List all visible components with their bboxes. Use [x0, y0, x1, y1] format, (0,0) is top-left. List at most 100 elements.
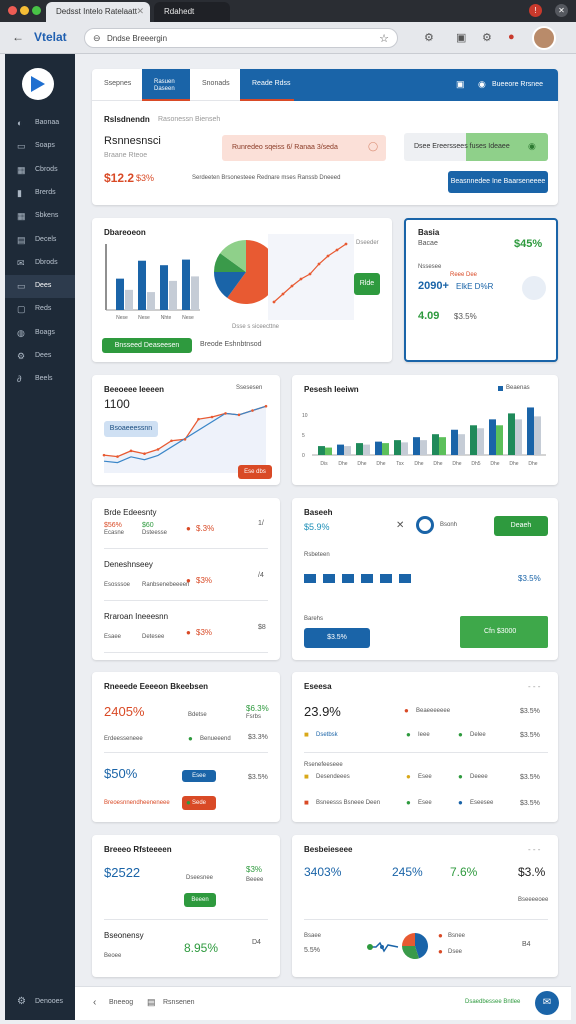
tab-overview[interactable]: Ssepnes — [104, 80, 131, 87]
sidebar-item[interactable]: ▭ Dees — [5, 275, 75, 299]
side-kpi-v1: 2090+ — [418, 280, 449, 292]
trend-point — [264, 404, 268, 408]
nets-left-title: Rneeede Eeeeon Bkeebsen — [104, 682, 209, 691]
alert-close-icon[interactable]: ◯ — [368, 141, 378, 152]
foot-right-v4: $3.% — [518, 865, 546, 879]
address-bar[interactable]: ⊖ Dndse Breeergin ☆ — [84, 28, 398, 48]
trend-badge[interactable]: Ese dbs — [238, 465, 272, 479]
profile-badge-icon[interactable]: ● — [508, 31, 515, 43]
avatar[interactable] — [532, 26, 556, 50]
folder-icon: ▭ — [17, 281, 26, 292]
tab-active-label: Rasuen Daseen — [154, 79, 175, 92]
sidebar-item[interactable]: ▮ Brerds — [5, 182, 75, 205]
side-kpi-v1b: ElkE D%R — [456, 282, 494, 291]
back-icon[interactable]: ← — [12, 30, 24, 44]
close-dot[interactable] — [8, 6, 17, 15]
tab-active-indicator[interactable]: Rasuen Daseen — [142, 69, 190, 101]
ring-icon — [416, 516, 434, 534]
sidebar-item[interactable]: ⚙ Dees — [5, 345, 75, 368]
sidebar-item[interactable]: ▤ Decels — [5, 229, 75, 252]
more-icon[interactable]: - - - — [528, 845, 540, 854]
lock-icon[interactable]: ▣ — [456, 79, 465, 90]
metrics-left-b: $60 — [142, 522, 154, 529]
tab-active[interactable]: Dedsst Intelo Ratelaatt ✕ — [46, 2, 150, 22]
sidebar-item[interactable]: ✉ Dbrods — [5, 252, 75, 275]
nets-right-row0-val: $3.5% — [520, 708, 540, 715]
sidebar-item-label: Dees — [35, 352, 52, 359]
bar-label: Nese — [182, 315, 194, 321]
bar-label: Dhe — [490, 461, 499, 467]
header-bar: Reade Rdss ▣ ◉ Bueeore Rrsnee — [240, 69, 558, 101]
info-icon[interactable]: ◉ — [478, 79, 486, 90]
settings-icon[interactable]: ⚙ — [482, 31, 492, 44]
bars-card: Pesesh Ieeiwn Beaenas 0 5 10 Dis Dhe Dhe Dhe Ts… — [292, 375, 558, 485]
header-subnote: Braane Rteoe — [104, 152, 148, 159]
sidebar-footer-item[interactable]: ⚙ Denooes — [5, 992, 75, 1012]
bar-label: Dhe — [357, 461, 366, 467]
bottom-left-2[interactable]: Rsnsenen — [163, 999, 195, 1006]
flag-icon: ■ — [304, 798, 309, 807]
foot-left-v2: 8.95% — [184, 941, 219, 955]
bar — [439, 437, 446, 455]
tab-reade[interactable]: Reade Rdss — [252, 80, 291, 87]
sidebar-item[interactable]: ▢ Reds — [5, 298, 75, 321]
metrics-left-sb: Ranbsenebeeeen — [142, 582, 190, 588]
pie-slice — [402, 933, 415, 946]
sidebar-item[interactable]: ◐ Baonaa — [5, 112, 75, 135]
sidebar-item[interactable]: ▭ Soaps — [5, 135, 75, 158]
close-tab-icon[interactable]: ✕ — [136, 6, 144, 17]
sidebar-item-label: Brerds — [35, 188, 56, 196]
close-x-icon[interactable]: ✕ — [396, 520, 404, 531]
app-logo[interactable] — [22, 68, 54, 100]
chat-fab-button[interactable]: ✉ — [535, 991, 559, 1015]
sidebar-item[interactable]: ▦ Cbrods — [5, 159, 75, 182]
overview-button[interactable]: Bnsseed Deaseesen — [102, 338, 192, 353]
metrics-right-title: Baseeh — [304, 508, 333, 517]
more-icon[interactable]: - - - — [528, 682, 540, 691]
sidebar-item[interactable]: ◍ Boags — [5, 322, 75, 345]
line-point — [344, 242, 348, 246]
maximize-dot[interactable] — [32, 6, 41, 15]
sidebar: ◐ Baonaa ▭ Soaps ▦ Cbrods ▮ Brerds ▦ Sbkens ▤ Decel… — [5, 54, 75, 1020]
window-close-icon[interactable]: ✕ — [555, 4, 568, 17]
tab-snapshot[interactable]: Snonads — [202, 80, 230, 87]
minimize-dot[interactable] — [20, 6, 29, 15]
metrics-right-button2-label: Cfn $3000 — [484, 628, 517, 635]
trend-point — [237, 413, 241, 417]
metrics-right-button2[interactable]: Cfn $3000 — [460, 616, 548, 648]
alert-icon[interactable]: ! — [529, 4, 542, 17]
download-icon[interactable]: ▣ — [456, 31, 466, 44]
metrics-left-sa: Esosssoe — [104, 582, 131, 588]
bar — [337, 444, 344, 455]
metrics-left-end: /4 — [258, 572, 264, 579]
line-badge[interactable]: Rlde — [354, 273, 380, 295]
foot-right-legend1: Bsnee — [448, 933, 466, 939]
sidebar-item[interactable]: ∂ Beels — [5, 368, 75, 391]
metrics-right-bar-button[interactable]: $3.5% — [304, 628, 370, 648]
metrics-right-button1[interactable]: Deaeh — [494, 516, 548, 536]
header-right-link[interactable]: Bueeore Rrsnee — [492, 81, 543, 88]
sidebar-item[interactable]: ▦ Sbkens — [5, 205, 75, 228]
browser-toolbar: ← Vtelat ⊖ Dndse Breeergin ☆ ⚙ ▣ ⚙ ● — [0, 22, 576, 54]
tab-label: Rdahedt — [164, 7, 195, 16]
bar — [169, 280, 177, 310]
nets-left-row-b[interactable]: Esee — [182, 770, 216, 782]
alert-check-icon[interactable]: ◉ — [528, 141, 536, 152]
primary-action-button[interactable]: Beasnnedee Ine Baarseneeee — [448, 171, 548, 193]
metrics-right-mid: Bsonh — [440, 522, 458, 528]
bottom-right-status: Dsaedbessee Bntlee — [465, 999, 521, 1005]
extension-icon[interactable]: ⚙ — [424, 31, 434, 44]
bar — [191, 276, 199, 310]
bar — [138, 260, 146, 310]
metrics-left-c: $3% — [196, 576, 213, 585]
side-kpi-icon[interactable] — [522, 276, 546, 300]
foot-left-button[interactable]: Beeen — [184, 893, 216, 907]
bookmark-star-icon[interactable]: ☆ — [379, 32, 389, 45]
dot-icon: ● — [458, 798, 463, 807]
chevron-left-icon[interactable]: ‹ — [93, 997, 96, 1008]
line-point — [281, 292, 285, 296]
dot-icon: ● — [438, 947, 443, 956]
tab-inactive[interactable]: Rdahedt — [154, 2, 230, 22]
overview-link[interactable]: Breode Eshnbtnsod — [200, 341, 262, 348]
bottom-left-1[interactable]: Bneeog — [109, 999, 133, 1006]
